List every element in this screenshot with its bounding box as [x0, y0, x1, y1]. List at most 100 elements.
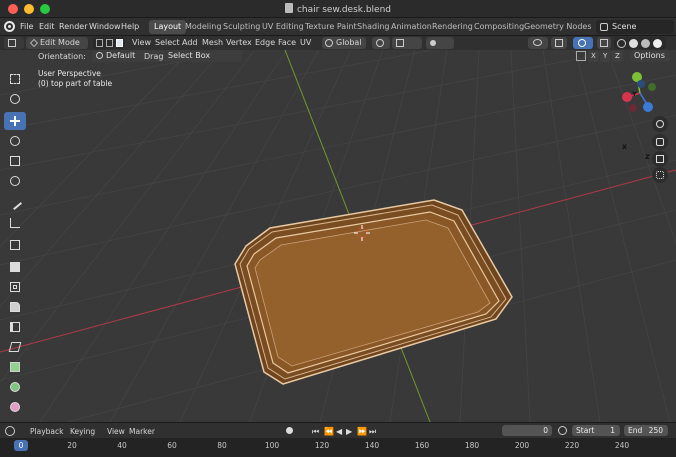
- options-dropdown[interactable]: Options: [630, 50, 670, 62]
- play-icon[interactable]: ▶: [346, 427, 352, 436]
- tool-transform[interactable]: [4, 172, 26, 190]
- frame-ruler[interactable]: 20 40 60 80 100 120 140 160 180 200 220 …: [0, 438, 676, 457]
- xray-icon: [600, 39, 608, 47]
- menu-select[interactable]: Select: [155, 38, 180, 47]
- jump-start-icon[interactable]: ⏮: [312, 427, 319, 437]
- spin-icon: [10, 382, 20, 392]
- ruler-tick: 160: [414, 441, 430, 450]
- overlays-icon: [578, 39, 586, 47]
- add-cube-icon: [10, 240, 20, 250]
- editor-type-button[interactable]: [4, 37, 24, 49]
- tool-select-box[interactable]: [4, 70, 26, 88]
- zoom-icon: [656, 120, 664, 128]
- menu-help[interactable]: Help: [121, 22, 139, 31]
- eye-icon: [533, 39, 542, 46]
- tool-spin[interactable]: [4, 378, 26, 396]
- play-reverse-icon[interactable]: ◀: [336, 427, 342, 436]
- gizmo-icon: [555, 39, 563, 47]
- smooth-icon: [10, 402, 20, 412]
- blender-logo-icon[interactable]: [4, 21, 15, 32]
- mode-dropdown[interactable]: Edit Mode: [26, 37, 88, 49]
- snapping-button[interactable]: [392, 37, 422, 49]
- start-frame-field[interactable]: Start 1: [572, 425, 620, 436]
- snap-icon: [396, 39, 404, 47]
- gizmo-toggle-button[interactable]: [551, 37, 567, 49]
- zoom-view-button[interactable]: [652, 116, 668, 132]
- vertex-select-icon[interactable]: [96, 39, 103, 47]
- ruler-tick: 80: [217, 441, 227, 450]
- perspective-toggle-button[interactable]: [652, 167, 668, 183]
- material-shading-icon[interactable]: [641, 39, 650, 48]
- menu-timeline-view[interactable]: View: [107, 427, 125, 436]
- menu-keying[interactable]: Keying: [70, 427, 95, 436]
- pan-view-button[interactable]: [652, 134, 668, 150]
- overlays-button[interactable]: [573, 37, 593, 49]
- loop-cut-icon: [10, 322, 20, 332]
- menu-uv[interactable]: UV: [300, 38, 311, 47]
- camera-view-button[interactable]: [652, 151, 668, 167]
- jump-keyframe-back-icon[interactable]: ⏪: [324, 427, 334, 436]
- proportional-editing-button[interactable]: [426, 37, 454, 49]
- jump-end-icon[interactable]: ⏭: [369, 427, 376, 437]
- tab-geometry-nodes[interactable]: Geometry Nodes: [519, 20, 596, 34]
- tool-rotate[interactable]: [4, 132, 26, 150]
- end-frame-field[interactable]: End 250: [624, 425, 668, 436]
- knife-icon: [8, 342, 22, 352]
- gizmo-z-label: Z: [645, 153, 650, 161]
- record-icon[interactable]: [286, 427, 293, 434]
- wireframe-shading-icon[interactable]: [617, 39, 626, 48]
- neg-y-axis-handle: [648, 83, 656, 91]
- mirror-z-toggle[interactable]: Z: [612, 51, 623, 62]
- mirror-x-toggle[interactable]: X: [588, 51, 599, 62]
- face-select-icon[interactable]: [116, 39, 123, 47]
- pivot-point-button[interactable]: [372, 37, 390, 49]
- solid-shading-icon[interactable]: [629, 39, 638, 48]
- menu-mesh[interactable]: Mesh: [202, 38, 223, 47]
- scene-name: Scene: [612, 22, 637, 31]
- menu-window[interactable]: Window: [89, 22, 121, 31]
- measure-icon: [10, 218, 20, 228]
- tool-measure[interactable]: [4, 214, 26, 232]
- jump-keyframe-forward-icon[interactable]: ⏩: [357, 427, 367, 436]
- xray-button[interactable]: [597, 37, 611, 49]
- tool-move[interactable]: [4, 112, 26, 130]
- stopwatch-icon[interactable]: [558, 426, 567, 435]
- tool-settings-bar: Orientation: Default Drag: Select Box X …: [28, 50, 676, 63]
- playhead-frame-badge[interactable]: 0: [14, 440, 28, 451]
- menu-playback[interactable]: Playback: [30, 427, 63, 436]
- tool-knife[interactable]: [4, 338, 26, 356]
- orientation-setting-value: Default: [106, 51, 136, 60]
- mirror-icon: [576, 51, 586, 61]
- table-top-mesh: [234, 199, 513, 385]
- tool-loop-cut[interactable]: [4, 318, 26, 336]
- menu-marker[interactable]: Marker: [129, 427, 155, 436]
- visibility-button[interactable]: [528, 37, 548, 49]
- mirror-y-toggle[interactable]: Y: [600, 51, 611, 62]
- tool-poly-build[interactable]: [4, 358, 26, 376]
- current-frame-field[interactable]: 0: [502, 425, 552, 436]
- menu-vertex[interactable]: Vertex: [226, 38, 252, 47]
- menu-render[interactable]: Render: [59, 22, 87, 31]
- transform-orientation-dropdown[interactable]: Global: [322, 37, 366, 49]
- clock-editor-icon[interactable]: [5, 426, 15, 436]
- edge-select-icon[interactable]: [106, 39, 113, 47]
- rendered-shading-icon[interactable]: [653, 39, 662, 48]
- tool-inset[interactable]: [4, 278, 26, 296]
- tool-scale[interactable]: [4, 152, 26, 170]
- menu-face[interactable]: Face: [278, 38, 296, 47]
- tool-cursor[interactable]: [4, 90, 26, 108]
- menu-view[interactable]: View: [132, 38, 151, 47]
- drag-setting-dropdown[interactable]: Select Box: [164, 50, 242, 62]
- menu-edit[interactable]: Edit: [39, 22, 55, 31]
- menu-file[interactable]: File: [20, 22, 33, 31]
- menu-add[interactable]: Add: [182, 38, 198, 47]
- 3d-viewport[interactable]: Y X Z: [0, 50, 676, 422]
- tool-annotate[interactable]: [4, 194, 26, 212]
- tool-bevel[interactable]: [4, 298, 26, 316]
- poly-build-icon: [10, 362, 20, 372]
- tool-smooth[interactable]: [4, 398, 26, 416]
- tool-add-cube[interactable]: [4, 236, 26, 254]
- menu-edge[interactable]: Edge: [255, 38, 275, 47]
- tool-extrude[interactable]: [4, 258, 26, 276]
- scene-selector[interactable]: Scene: [596, 20, 674, 34]
